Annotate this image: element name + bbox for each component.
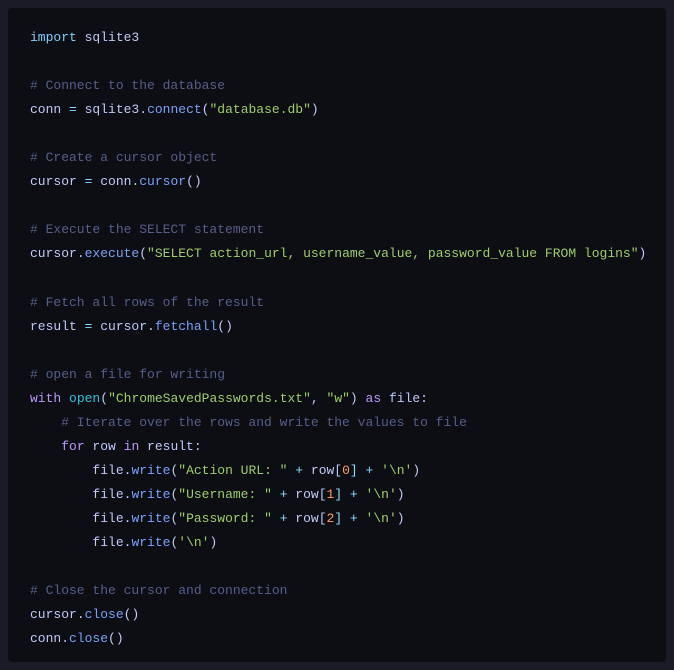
code-line: for row in result: <box>30 435 644 459</box>
code-line: # Execute the SELECT statement <box>30 218 644 242</box>
code-line: cursor.close() <box>30 603 644 627</box>
code-line: file.write("Password: " + row[2] + '\n') <box>30 507 644 531</box>
code-line: # open a file for writing <box>30 363 644 387</box>
code-line: # Create a cursor object <box>30 146 644 170</box>
code-line: file.write("Action URL: " + row[0] + '\n… <box>30 459 644 483</box>
code-line: file.write('\n') <box>30 531 644 555</box>
code-line: # Close the cursor and connection <box>30 579 644 603</box>
code-line: # Connect to the database <box>30 74 644 98</box>
code-line: cursor.execute("SELECT action_url, usern… <box>30 242 644 266</box>
code-line: file.write("Username: " + row[1] + '\n') <box>30 483 644 507</box>
code-line: conn = sqlite3.connect("database.db") <box>30 98 644 122</box>
code-line: with open("ChromeSavedPasswords.txt", "w… <box>30 387 644 411</box>
code-line: # Iterate over the rows and write the va… <box>30 411 644 435</box>
code-line: cursor = conn.cursor() <box>30 170 644 194</box>
code-block: import sqlite3 # Connect to the database… <box>8 8 666 662</box>
code-line: conn.close() <box>30 627 644 651</box>
code-line: # Fetch all rows of the result <box>30 291 644 315</box>
code-line: result = cursor.fetchall() <box>30 315 644 339</box>
code-line: import sqlite3 <box>30 26 644 50</box>
